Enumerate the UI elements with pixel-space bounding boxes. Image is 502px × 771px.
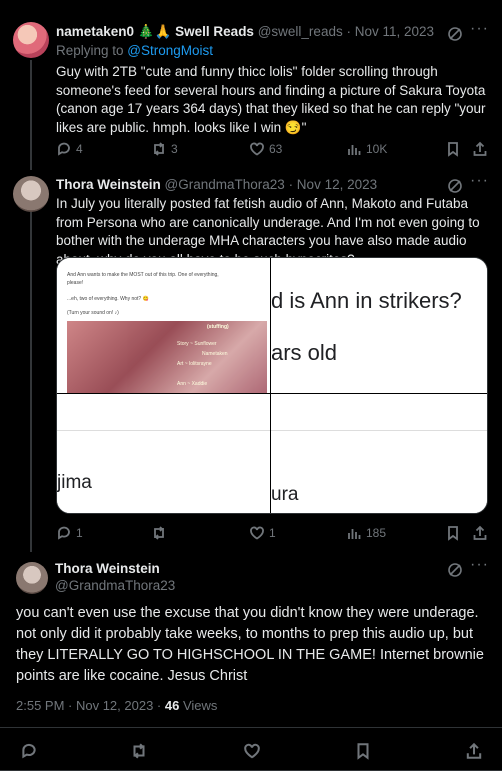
bookmark-button[interactable] (445, 139, 461, 159)
grid-divider (270, 258, 271, 513)
heart-icon (250, 142, 264, 156)
image-text: d is Ann in strikers? (271, 288, 462, 313)
reply-icon (58, 142, 70, 156)
views-button[interactable]: 10K (346, 139, 387, 159)
reply-count: 4 (76, 142, 83, 156)
grid-divider (57, 393, 487, 394)
avatar[interactable] (16, 562, 48, 594)
main-tweet-actions (0, 740, 502, 762)
repost-icon (154, 526, 164, 540)
share-icon[interactable] (465, 742, 483, 760)
mention-link[interactable]: @StrongMoist (127, 43, 213, 58)
reply-button[interactable]: 4 (56, 139, 83, 159)
tweet-actions: 4 3 63 10K (56, 139, 488, 159)
image-text: ura (271, 484, 299, 505)
reply-icon[interactable] (20, 742, 38, 760)
media-image-2[interactable]: d is Ann in strikers? ars old (271, 258, 487, 393)
bookmark-button[interactable] (445, 523, 461, 543)
repost-button[interactable] (151, 523, 167, 543)
replying-to: Replying to @StrongMoist (56, 43, 213, 58)
artwork-header: (stuffing) (207, 324, 229, 330)
tweet-actions: 1 1 185 (56, 523, 488, 543)
like-button[interactable]: 63 (249, 139, 282, 159)
handle[interactable]: @swell_reads (258, 24, 343, 39)
display-name[interactable]: nametaken0 🎄🙏 Swell Reads (56, 24, 254, 39)
share-button[interactable] (472, 139, 488, 159)
reply-icon (58, 526, 70, 540)
heart-icon (250, 526, 264, 540)
timestamp[interactable]: · Nov 11, 2023 (346, 24, 434, 39)
more-icon[interactable]: ··· (470, 556, 489, 574)
bookmark-icon[interactable] (354, 742, 372, 760)
views-icon (348, 529, 361, 539)
views-button[interactable]: 185 (346, 523, 386, 543)
image-caption-line: ...eh, two of everything. Why not? 😋 (67, 296, 149, 302)
tweet-header: Thora Weinstein @GrandmaThora23 · Nov 12… (56, 177, 377, 192)
media-image-3[interactable]: jima (57, 394, 270, 513)
handle[interactable]: @GrandmaThora23 (165, 177, 285, 192)
like-button[interactable]: 1 (249, 523, 276, 543)
like-count: 63 (269, 142, 283, 156)
repost-button[interactable]: 3 (151, 139, 178, 159)
tweet-meta: 2:55 PM · Nov 12, 2023 · 46 Views (16, 698, 217, 713)
repost-icon[interactable] (130, 742, 148, 760)
grok-icon[interactable] (447, 26, 463, 42)
media-image-1[interactable]: And Ann wants to make the MOST out of th… (57, 258, 270, 393)
handle[interactable]: @GrandmaThora23 (55, 578, 175, 593)
repost-icon (154, 142, 164, 156)
reply-button[interactable]: 1 (56, 523, 83, 543)
bookmark-icon (448, 526, 458, 541)
replying-to-prefix: Replying to (56, 43, 128, 58)
image-caption-line: please! (67, 280, 84, 286)
avatar[interactable] (13, 176, 49, 212)
artwork-image: (stuffing) Story ~ Sunflower Nametaken A… (67, 321, 267, 393)
more-icon[interactable]: ··· (470, 20, 489, 38)
grok-icon[interactable] (447, 562, 463, 578)
views-count: 46 (164, 698, 180, 713)
more-icon[interactable]: ··· (470, 172, 489, 190)
share-button[interactable] (472, 523, 488, 543)
artwork-credit: Ann ~ Xaddie (177, 381, 208, 387)
bookmark-icon (448, 142, 458, 157)
views-count: 185 (366, 526, 387, 540)
heart-icon[interactable] (243, 742, 261, 760)
media-image-4[interactable]: ura (271, 394, 487, 513)
display-name[interactable]: Thora Weinstein (56, 177, 161, 192)
image-caption-line: (Turn your sound on! ♪) (67, 310, 119, 316)
image-text: jima (57, 472, 92, 493)
reply-count: 1 (76, 526, 83, 540)
views-label: Views (182, 698, 218, 713)
artwork-credit: Art ~ lolitsrayne (177, 361, 212, 367)
share-icon (473, 525, 487, 540)
tweet-text: Guy with 2TB "cute and funny thicc lolis… (56, 64, 486, 135)
views-icon (348, 145, 361, 155)
tweet-header: nametaken0 🎄🙏 Swell Reads @swell_reads ·… (56, 24, 434, 40)
like-count: 1 (269, 526, 276, 540)
main-tweet-header: Thora Weinstein @GrandmaThora23 (55, 561, 175, 593)
artwork-credit: Story ~ Sunflower (177, 341, 217, 347)
timestamp[interactable]: · Nov 12, 2023 (289, 177, 378, 192)
main-tweet-text: you can't even use the excuse that you d… (16, 605, 484, 684)
avatar[interactable] (13, 22, 49, 58)
grok-icon[interactable] (447, 178, 463, 194)
share-icon (473, 141, 487, 156)
divider (0, 727, 502, 728)
media-grid[interactable]: And Ann wants to make the MOST out of th… (56, 257, 488, 514)
timestamp[interactable]: 2:55 PM · Nov 12, 2023 · (16, 698, 161, 713)
repost-count: 3 (171, 142, 178, 156)
views-count: 10K (366, 142, 388, 156)
image-text: ars old (271, 340, 338, 365)
tweet[interactable]: nametaken0 🎄🙏 Swell Reads @swell_reads ·… (0, 0, 502, 170)
image-caption-line: And Ann wants to make the MOST out of th… (67, 272, 219, 278)
artwork-credit: Nametaken (202, 351, 228, 357)
display-name[interactable]: Thora Weinstein (55, 561, 175, 576)
